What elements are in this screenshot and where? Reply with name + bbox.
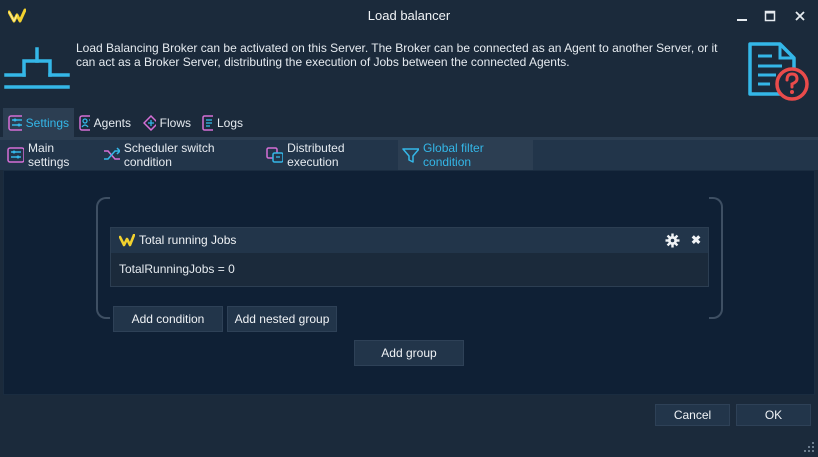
- subtab-global-filter-label: Global filter condition: [423, 141, 484, 169]
- ok-button[interactable]: OK: [736, 404, 811, 426]
- sliders-icon: [7, 147, 25, 163]
- add-condition-button[interactable]: Add condition: [113, 306, 223, 332]
- subtab-global-filter-condition[interactable]: Global filter condition: [398, 140, 533, 170]
- condition-header: Total running Jobs ✖: [111, 228, 708, 253]
- group-bracket-right: [709, 197, 723, 319]
- maximize-button[interactable]: [755, 0, 785, 32]
- tab-logs-label: Logs: [216, 116, 243, 130]
- condition-expression: TotalRunningJobs = 0: [119, 262, 235, 276]
- subtab-scheduler-label: Scheduler switch condition: [123, 141, 215, 169]
- condition-title: Total running Jobs: [139, 233, 237, 247]
- add-group-button[interactable]: Add group: [354, 340, 464, 366]
- subtab-main-settings-label: Main settings: [28, 141, 70, 169]
- remove-condition-icon[interactable]: ✖: [688, 232, 704, 248]
- main-tab-bar: Settings Agents Flows Logs: [0, 108, 818, 138]
- filter-icon: [402, 148, 420, 163]
- condition-card: Total running Jobs ✖ TotalRunningJobs = …: [110, 227, 709, 287]
- load-balancer-icon: [4, 47, 70, 95]
- shuffle-icon: [104, 147, 120, 160]
- tab-settings-label: Settings: [25, 116, 69, 130]
- settings-sliders-icon: [8, 115, 22, 131]
- sub-tab-bar: Main settings Scheduler switch condition…: [0, 140, 818, 170]
- minimize-button[interactable]: [727, 0, 757, 32]
- agents-icon: [79, 115, 90, 131]
- close-button[interactable]: [785, 0, 815, 32]
- subtab-distributed-execution[interactable]: Distributed execution: [262, 140, 398, 170]
- condition-logo-icon: [118, 233, 136, 247]
- cancel-button[interactable]: Cancel: [655, 404, 730, 426]
- group-bracket-left: [96, 197, 110, 319]
- close-icon: [795, 11, 805, 21]
- window-title: Load balancer: [367, 8, 451, 23]
- subtab-scheduler-switch-condition[interactable]: Scheduler switch condition: [99, 140, 261, 170]
- resize-grip-icon[interactable]: [802, 440, 816, 454]
- logs-icon: [202, 115, 213, 131]
- tab-flows-label: Flows: [159, 116, 191, 130]
- distributed-icon: [266, 147, 284, 163]
- banner-description: Load Balancing Broker can be activated o…: [76, 41, 718, 69]
- minimize-icon: [737, 19, 747, 21]
- tab-agents-label: Agents: [93, 116, 131, 130]
- tab-flows[interactable]: Flows: [138, 108, 196, 138]
- gear-icon[interactable]: [665, 233, 680, 248]
- tab-logs[interactable]: Logs: [196, 108, 248, 138]
- help-document-icon[interactable]: [744, 40, 812, 102]
- maximize-icon: [764, 10, 776, 22]
- subtab-distributed-label: Distributed execution: [287, 141, 345, 169]
- tab-settings[interactable]: Settings: [3, 108, 74, 138]
- add-nested-group-button[interactable]: Add nested group: [227, 306, 337, 332]
- subtab-main-settings[interactable]: Main settings: [3, 140, 99, 170]
- flows-icon: [143, 115, 156, 131]
- tab-agents[interactable]: Agents: [74, 108, 136, 138]
